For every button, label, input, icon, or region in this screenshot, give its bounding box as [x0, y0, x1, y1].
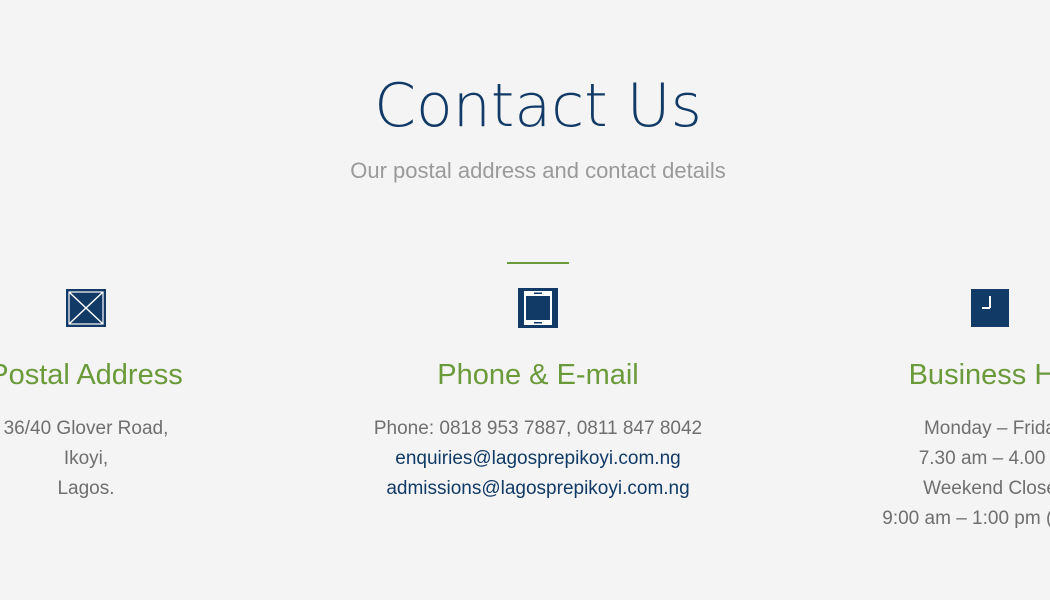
address-line: Lagos. — [57, 478, 115, 499]
enquiries-email-link[interactable]: enquiries@lagosprepikoyi.com.ng — [308, 444, 768, 474]
page-subtitle: Our postal address and contact details — [350, 158, 726, 183]
phone-email-heading: Phone & E-mail — [437, 359, 639, 391]
hours-line: 7.30 am – 4.00 p — [918, 448, 1050, 469]
hours-line: Monday – Frida — [923, 418, 1050, 439]
phone-numbers: Phone: 0818 953 7887, 0811 847 8042 — [373, 418, 703, 439]
business-hours-lines: Monday – Frida 7.30 am – 4.00 p Weekend … — [760, 414, 1050, 534]
page-title: Contact Us — [374, 71, 702, 141]
business-hours-heading: Business Ho — [908, 359, 1050, 391]
postal-address-heading: Postal Address — [0, 359, 183, 391]
section-divider — [507, 262, 569, 264]
address-line: Ikoyi, — [63, 448, 109, 469]
contact-section: Contact Us Our postal address and contac… — [0, 0, 1050, 600]
hours-line: Weekend Close — [923, 478, 1050, 499]
clock-icon — [971, 289, 1009, 327]
address-line: 36/40 Glover Road, — [3, 418, 169, 439]
hours-line: 9:00 am – 1:00 pm (Durin — [882, 508, 1050, 529]
phone-email-column: Phone & E-mail Phone: 0818 953 7887, 081… — [308, 286, 768, 504]
business-hours-column: Business Ho Monday – Frida 7.30 am – 4.0… — [760, 286, 1050, 534]
postal-address-lines: 36/40 Glover Road, Ikoyi, Lagos. — [0, 414, 316, 504]
phone-email-lines: Phone: 0818 953 7887, 0811 847 8042 enqu… — [308, 414, 768, 504]
envelope-icon — [66, 289, 106, 327]
admissions-email-link[interactable]: admissions@lagosprepikoyi.com.ng — [308, 474, 768, 504]
mobile-phone-icon — [518, 288, 558, 328]
postal-address-column: Postal Address 36/40 Glover Road, Ikoyi,… — [0, 286, 316, 504]
